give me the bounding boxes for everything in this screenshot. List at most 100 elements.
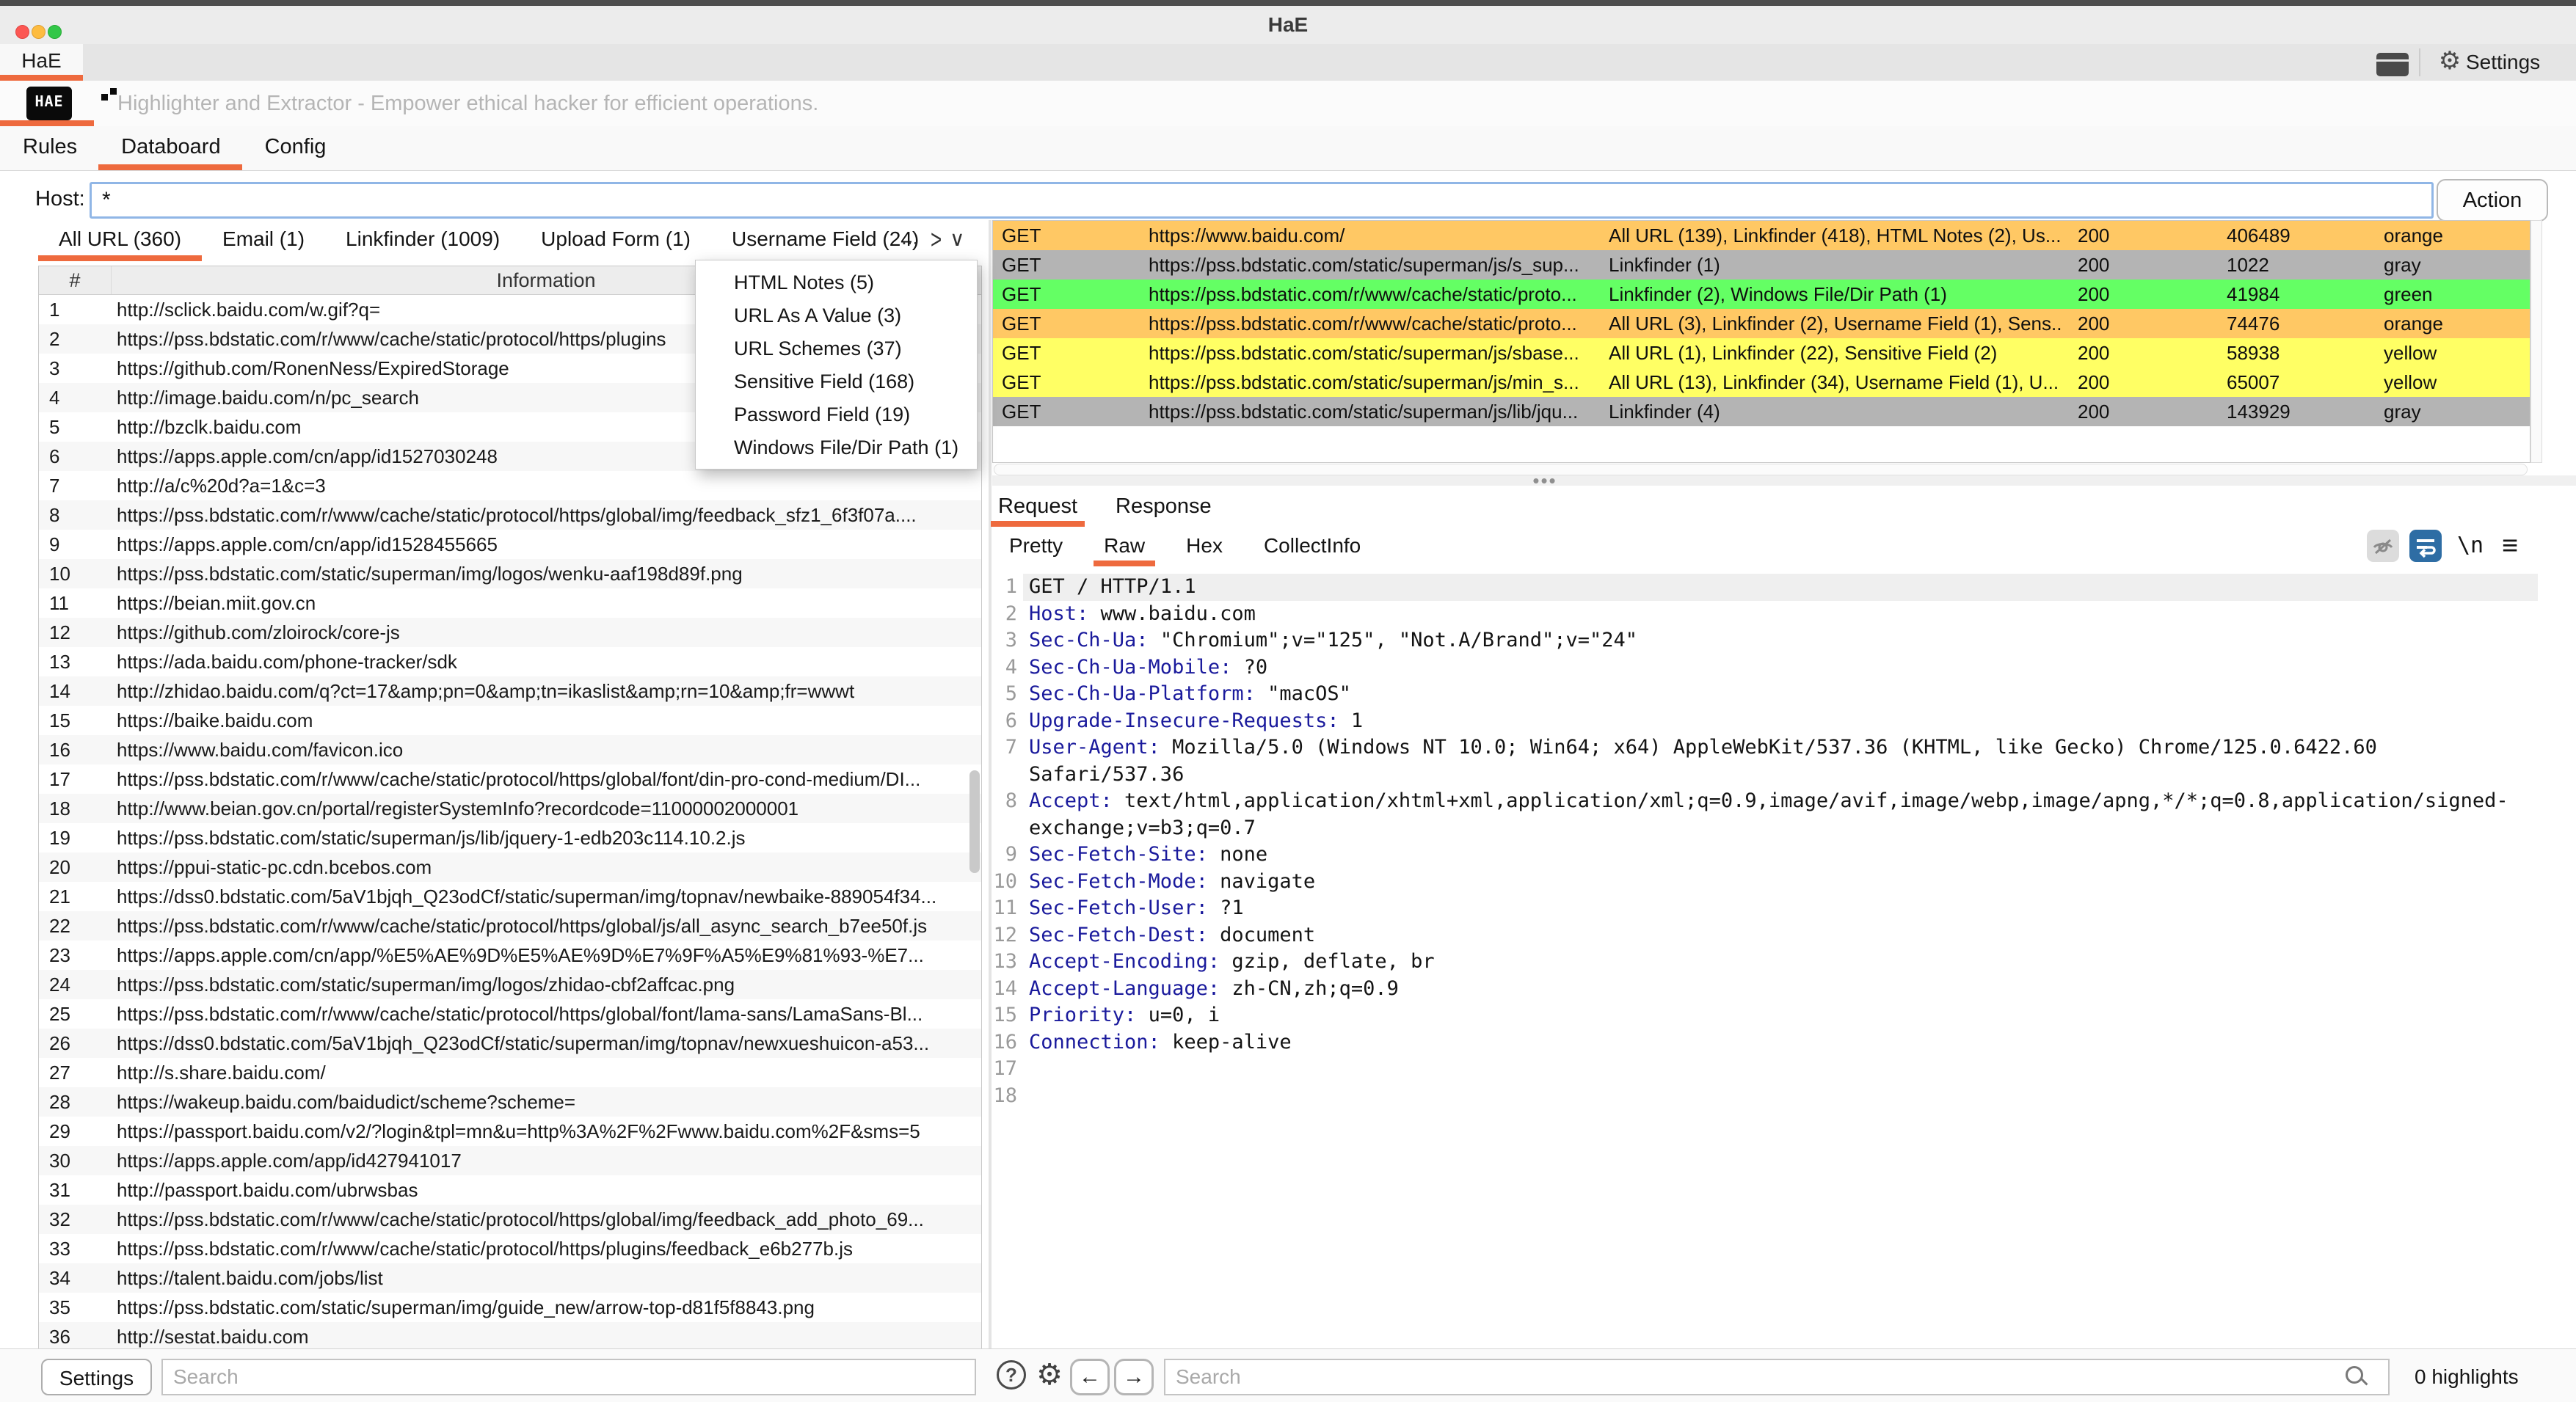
editor-line[interactable]: 9Sec-Fetch-Site: none — [992, 841, 2576, 869]
editor-line[interactable]: 12Sec-Fetch-Dest: document — [992, 922, 2576, 949]
action-button[interactable]: Action — [2437, 179, 2548, 222]
horizontal-splitter[interactable] — [992, 475, 2576, 486]
editor-line[interactable]: 16Connection: keep-alive — [992, 1029, 2576, 1056]
left-settings-button[interactable]: Settings — [41, 1359, 152, 1395]
dropdown-menu-item[interactable]: Windows File/Dir Path (1) — [696, 431, 977, 464]
help-icon[interactable]: ? — [997, 1360, 1026, 1390]
category-tab[interactable]: Email (1) — [222, 223, 305, 255]
table-row[interactable]: 8https://pss.bdstatic.com/r/www/cache/st… — [39, 500, 981, 530]
table-row[interactable]: 17https://pss.bdstatic.com/r/www/cache/s… — [39, 764, 981, 794]
table-row[interactable]: 14http://zhidao.baidu.com/q?ct=17&amp;pn… — [39, 676, 981, 706]
editor-line[interactable]: 6Upgrade-Insecure-Requests: 1 — [992, 708, 2576, 735]
table-row[interactable]: 23https://apps.apple.com/cn/app/%E5%AE%9… — [39, 941, 981, 970]
table-row[interactable]: 27http://s.share.baidu.com/ — [39, 1058, 981, 1087]
nav-tab-databoard[interactable]: Databoard — [121, 134, 220, 160]
viewer-tab-response[interactable]: Response — [1116, 490, 1212, 522]
editor-line[interactable]: 15Priority: u=0, i — [992, 1002, 2576, 1029]
editor-line[interactable]: 14Accept-Language: zh-CN,zh;q=0.9 — [992, 976, 2576, 1003]
request-row[interactable]: GEThttps://pss.bdstatic.com/static/super… — [993, 368, 2530, 397]
left-table-scrollbar[interactable] — [969, 770, 980, 873]
viewer-subtab-collectinfo[interactable]: CollectInfo — [1264, 530, 1361, 562]
request-row[interactable]: GEThttps://pss.bdstatic.com/r/www/cache/… — [993, 280, 2530, 309]
nav-tab-config[interactable]: Config — [265, 134, 327, 160]
table-row[interactable]: 7http://a/c%20d?a=1&c=3 — [39, 471, 981, 500]
panel-divider[interactable] — [989, 220, 992, 1348]
editor-line[interactable]: 11Sec-Fetch-User: ?1 — [992, 895, 2576, 922]
table-row[interactable]: 24https://pss.bdstatic.com/static/superm… — [39, 970, 981, 999]
category-tab[interactable]: Linkfinder (1009) — [346, 223, 500, 255]
gear-icon[interactable]: ⚙ — [1032, 1356, 1067, 1394]
host-input[interactable]: * — [90, 182, 2434, 219]
table-row[interactable]: 34https://talent.baidu.com/jobs/list — [39, 1263, 981, 1293]
table-row[interactable]: 31http://passport.baidu.com/ubrwsbas — [39, 1175, 981, 1205]
viewer-tab-request[interactable]: Request — [998, 490, 1077, 522]
dropdown-menu-item[interactable]: Sensitive Field (168) — [696, 365, 977, 398]
table-row[interactable]: 11https://beian.miit.gov.cn — [39, 588, 981, 618]
table-row[interactable]: 25https://pss.bdstatic.com/r/www/cache/s… — [39, 999, 981, 1029]
editor-line[interactable]: 13Accept-Encoding: gzip, deflate, br — [992, 949, 2576, 976]
table-row[interactable]: 15https://baike.baidu.com — [39, 706, 981, 735]
settings-button[interactable]: Settings — [2466, 44, 2540, 81]
editor-line[interactable]: 8Accept: text/html,application/xhtml+xml… — [992, 788, 2576, 841]
request-row[interactable]: GEThttps://pss.bdstatic.com/r/www/cache/… — [993, 309, 2530, 338]
column-header-num[interactable]: # — [39, 266, 112, 294]
table-row[interactable]: 19https://pss.bdstatic.com/static/superm… — [39, 823, 981, 852]
show-newlines-toggle[interactable]: \n — [2453, 530, 2488, 562]
editor-line[interactable]: 18 — [992, 1083, 2576, 1110]
table-row[interactable]: 33https://pss.bdstatic.com/r/www/cache/s… — [39, 1234, 981, 1263]
table-row[interactable]: 18http://www.beian.gov.cn/portal/registe… — [39, 794, 981, 823]
chevron-down-icon[interactable]: ∨ — [950, 223, 965, 255]
more-tabs-ellipsis[interactable]: ... — [901, 223, 918, 255]
dropdown-menu-item[interactable]: HTML Notes (5) — [696, 266, 977, 299]
table-row[interactable]: 16https://www.baidu.com/favicon.ico — [39, 735, 981, 764]
request-editor[interactable]: 1GET / HTTP/1.12Host: www.baidu.com3Sec-… — [992, 574, 2576, 1344]
nav-tab-rules[interactable]: Rules — [23, 134, 77, 160]
next-match-button[interactable]: → — [1114, 1359, 1154, 1395]
category-tab[interactable]: Upload Form (1) — [541, 223, 691, 255]
editor-line[interactable]: 10Sec-Fetch-Mode: navigate — [992, 869, 2576, 896]
table-row[interactable]: 13https://ada.baidu.com/phone-tracker/sd… — [39, 647, 981, 676]
table-row[interactable]: 30https://apps.apple.com/app/id427941017 — [39, 1146, 981, 1175]
splitter-handle[interactable]: ••• — [1530, 477, 1560, 484]
word-wrap-icon[interactable] — [2409, 530, 2442, 562]
table-row[interactable]: 35https://pss.bdstatic.com/static/superm… — [39, 1293, 981, 1322]
table-row[interactable]: 20https://ppui-static-pc.cdn.bcebos.com — [39, 852, 981, 882]
viewer-subtab-raw[interactable]: Raw — [1104, 530, 1145, 562]
table-row[interactable]: 9https://apps.apple.com/cn/app/id1528455… — [39, 530, 981, 559]
table-row[interactable]: 28https://wakeup.baidu.com/baidudict/sch… — [39, 1087, 981, 1117]
left-search-input[interactable]: Search — [161, 1359, 976, 1395]
category-tab[interactable]: Username Field (24) — [732, 223, 919, 255]
previous-match-button[interactable]: ← — [1070, 1359, 1110, 1395]
table-row[interactable]: 21https://dss0.bdstatic.com/5aV1bjqh_Q23… — [39, 882, 981, 911]
editor-line[interactable]: 5Sec-Ch-Ua-Platform: "macOS" — [992, 681, 2576, 708]
dropdown-menu-item[interactable]: URL As A Value (3) — [696, 299, 977, 332]
editor-line[interactable]: 3Sec-Ch-Ua: "Chromium";v="125", "Not.A/B… — [992, 627, 2576, 654]
table-row[interactable]: 12https://github.com/zloirock/core-js — [39, 618, 981, 647]
category-tab[interactable]: All URL (360) — [59, 223, 181, 255]
table-row[interactable]: 36http://sestat.baidu.com — [39, 1322, 981, 1350]
viewer-subtab-pretty[interactable]: Pretty — [1009, 530, 1063, 562]
hamburger-menu-icon[interactable]: ≡ — [2495, 530, 2525, 562]
request-row[interactable]: GEThttps://www.baidu.com/All URL (139), … — [993, 221, 2530, 250]
dropdown-menu-item[interactable]: Password Field (19) — [696, 398, 977, 431]
gear-icon[interactable]: ⚙ — [2435, 43, 2464, 79]
editor-line[interactable]: 1GET / HTTP/1.1 — [992, 574, 2576, 601]
editor-line[interactable]: 2Host: www.baidu.com — [992, 601, 2576, 628]
editor-line[interactable]: 7User-Agent: Mozilla/5.0 (Windows NT 10.… — [992, 734, 2576, 788]
table-row[interactable]: 29https://passport.baidu.com/v2/?login&t… — [39, 1117, 981, 1146]
eye-slash-icon[interactable] — [2367, 530, 2399, 562]
requests-table-horizontal-scrollbar[interactable] — [994, 464, 2528, 475]
table-row[interactable]: 32https://pss.bdstatic.com/r/www/cache/s… — [39, 1205, 981, 1234]
right-search-input[interactable]: Search — [1164, 1359, 2390, 1395]
tab-hae[interactable]: HaE — [0, 44, 83, 75]
table-row[interactable]: 26https://dss0.bdstatic.com/5aV1bjqh_Q23… — [39, 1029, 981, 1058]
request-row[interactable]: GEThttps://pss.bdstatic.com/static/super… — [993, 338, 2530, 368]
request-row[interactable]: GEThttps://pss.bdstatic.com/static/super… — [993, 397, 2530, 426]
request-row[interactable]: GEThttps://pss.bdstatic.com/static/super… — [993, 250, 2530, 280]
chevron-right-icon[interactable]: > — [931, 216, 942, 262]
table-row[interactable]: 10https://pss.bdstatic.com/static/superm… — [39, 559, 981, 588]
editor-line[interactable]: 4Sec-Ch-Ua-Mobile: ?0 — [992, 654, 2576, 682]
table-row[interactable]: 22https://pss.bdstatic.com/r/www/cache/s… — [39, 911, 981, 941]
window-menu-icon[interactable] — [2376, 53, 2409, 76]
dropdown-menu-item[interactable]: URL Schemes (37) — [696, 332, 977, 365]
